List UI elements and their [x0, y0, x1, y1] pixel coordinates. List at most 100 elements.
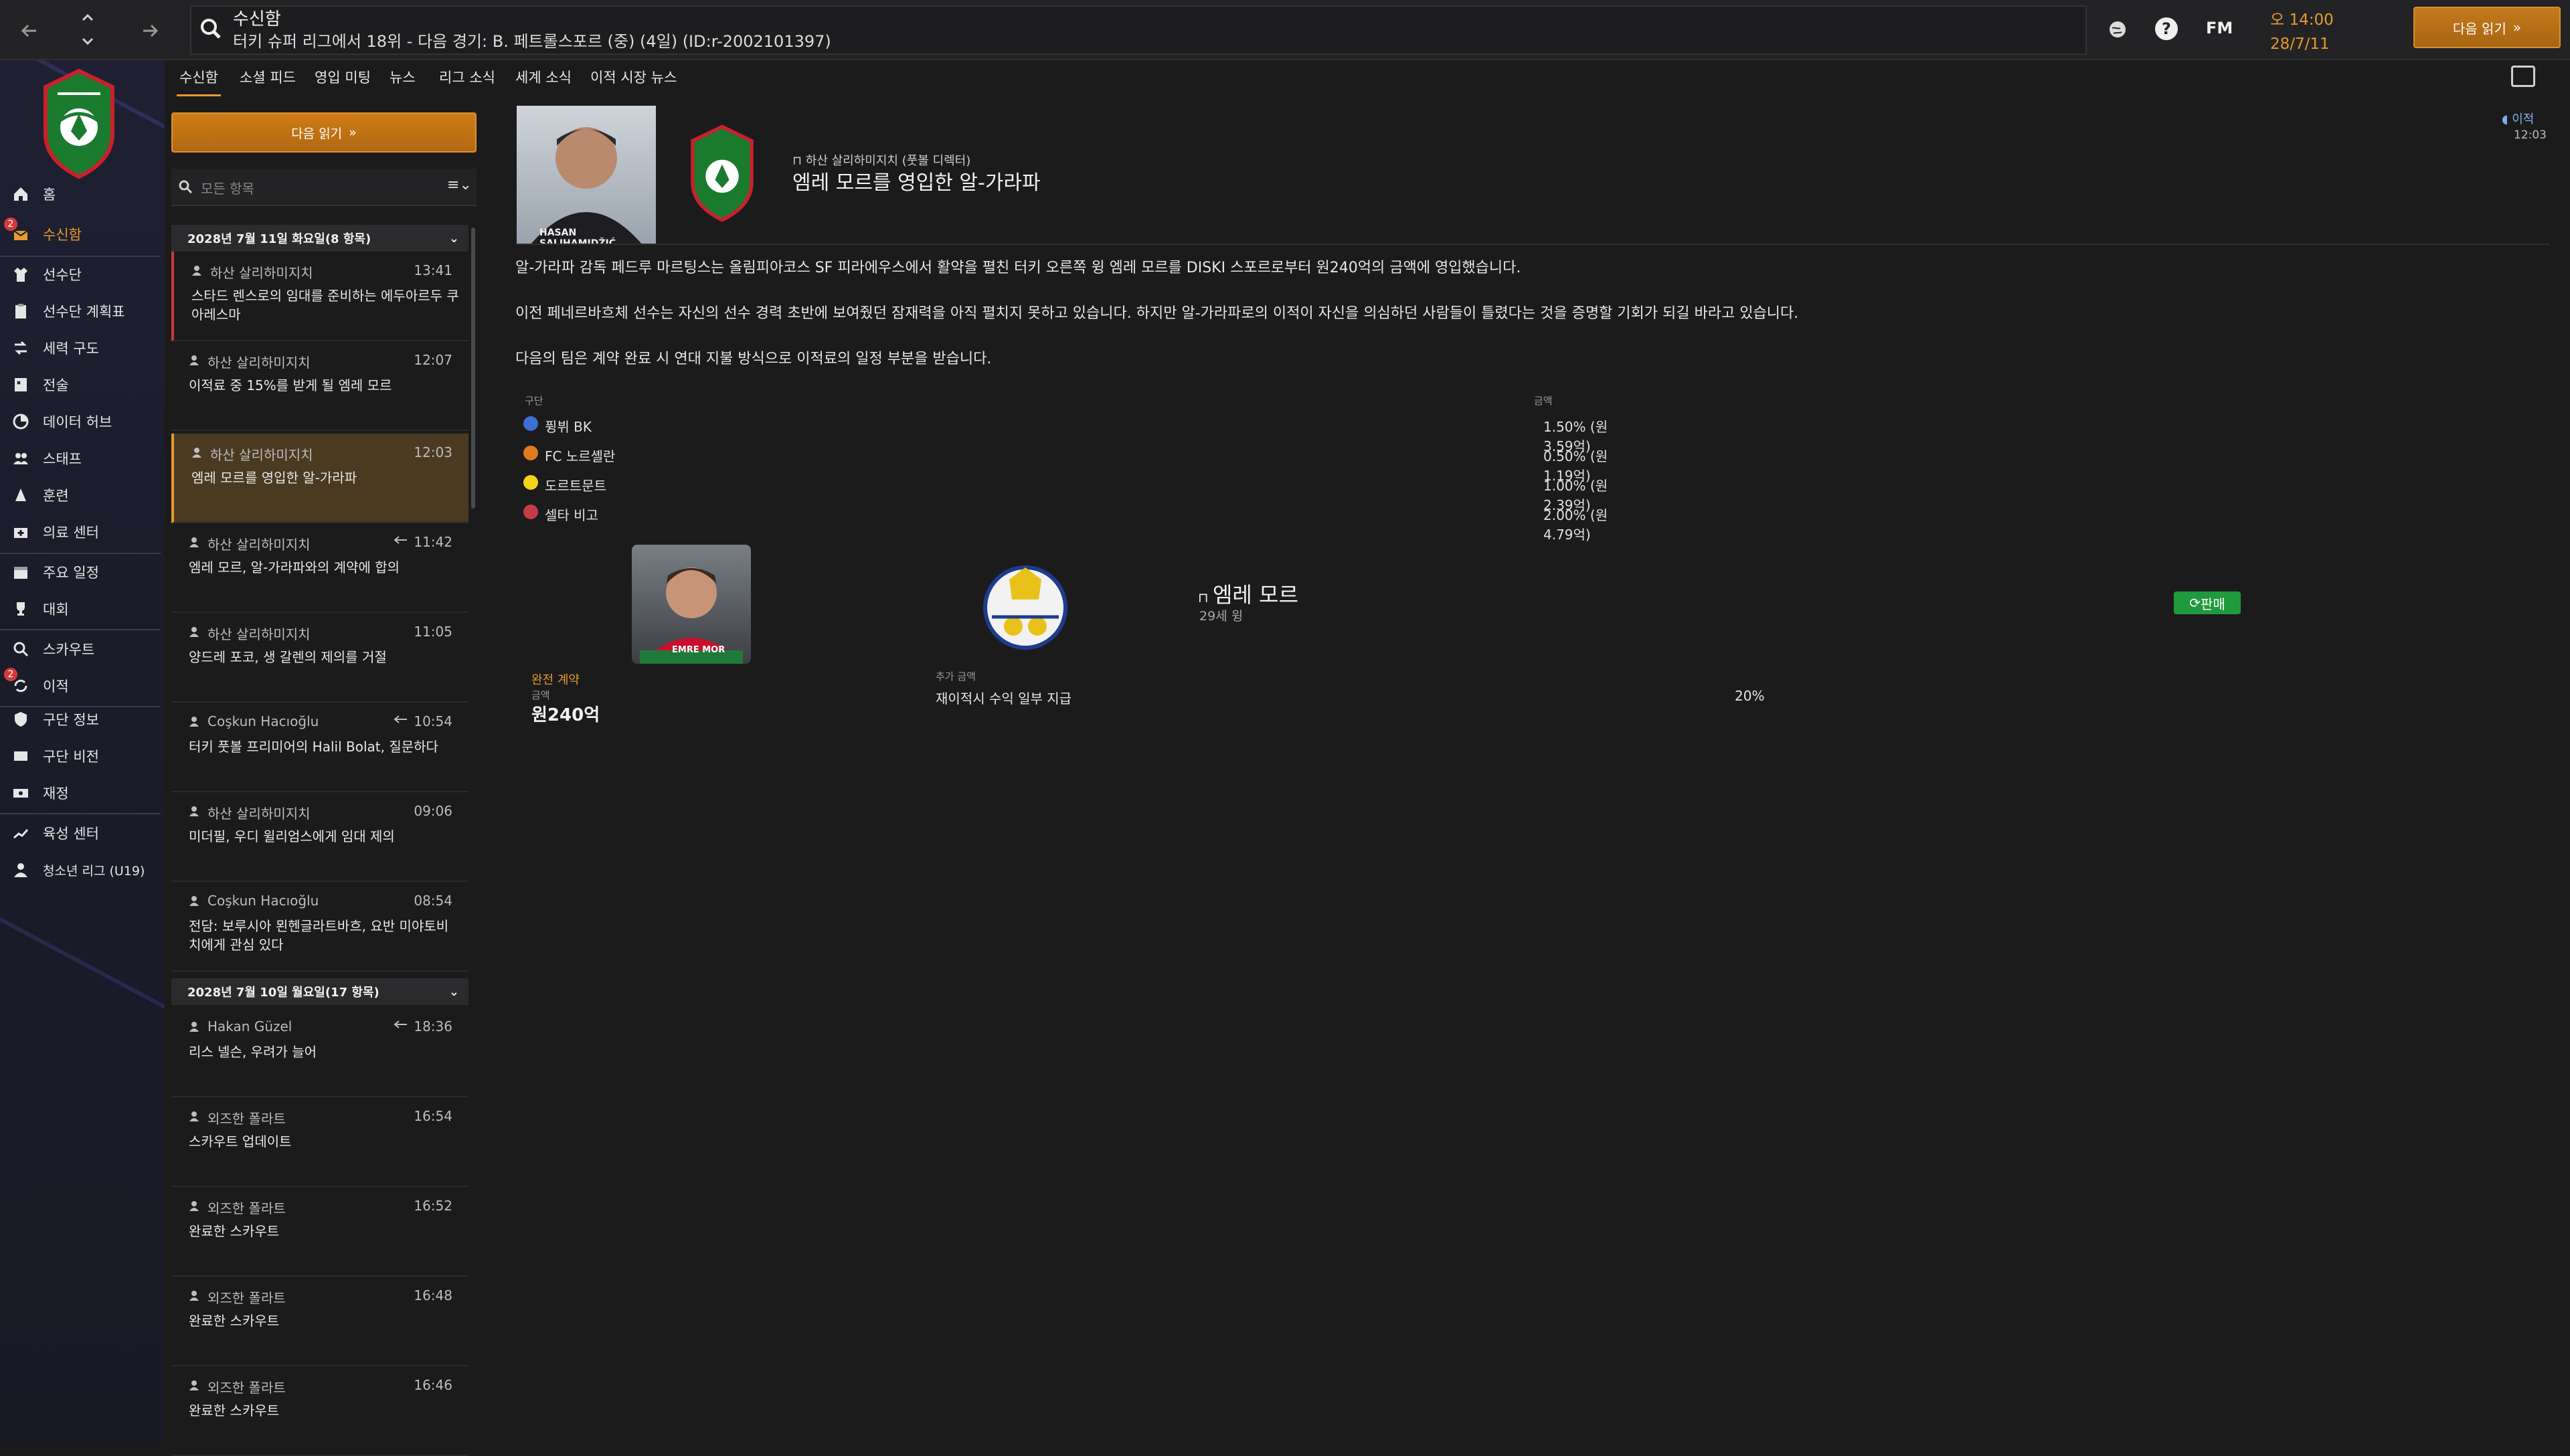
message-subject: 양드레 포코, 생 갈렌의 제의를 거절: [189, 649, 387, 665]
list-item[interactable]: Hakan Güzel 18:36 리스 넬슨, 우려가 늘어: [171, 1008, 468, 1097]
sidebar-item-competitions[interactable]: 대회: [0, 592, 165, 626]
history-down-button[interactable]: [78, 33, 98, 51]
club-name: FC 노르셸란: [545, 448, 616, 464]
message-subject: 엠레 모르, 알-가라파와의 계약에 합의: [189, 559, 400, 575]
sort-menu-icon[interactable]: ≡⌄: [447, 177, 472, 193]
tab-inbox[interactable]: 수신함: [177, 67, 221, 96]
message-sender: 외즈한 폴라트: [207, 1380, 286, 1396]
sidebar-item-youth-league[interactable]: 청소년 리그 (U19): [0, 853, 165, 887]
sidebar-item-squad-planner[interactable]: 선수단 계획표: [0, 294, 165, 328]
double-chevron-right-icon: »: [349, 125, 357, 140]
history-up-button[interactable]: [78, 8, 98, 25]
table-row[interactable]: 퓡뷔 BK 1.50% (원3.59억): [515, 410, 1626, 454]
sidebar-item-label: 데이터 허브: [43, 414, 112, 430]
sidebar-item-label: 수신함: [43, 227, 82, 243]
screenshot-icon[interactable]: [2511, 66, 2535, 87]
sidebar-item-label: 청소년 리그 (U19): [43, 863, 145, 879]
scrollbar[interactable]: [471, 227, 475, 509]
forward-button[interactable]: [137, 17, 163, 44]
continue-label: 다음 읽기: [2452, 20, 2506, 37]
data-hub-icon: [11, 412, 31, 432]
sidebar-item-training[interactable]: 훈련: [0, 478, 165, 512]
tab-news[interactable]: 뉴스: [390, 67, 416, 87]
list-item[interactable]: Coşkun Hacıoğlu 10:54 터키 풋볼 프리미어의 Halil …: [171, 703, 468, 792]
sidebar-item-finances[interactable]: 재정: [0, 776, 165, 810]
cone-icon: [11, 485, 31, 505]
sidebar-item-transfers[interactable]: 이적 2: [0, 668, 165, 703]
list-item[interactable]: 외즈한 폴라트 16:46 완료한 스카우트: [171, 1366, 468, 1456]
sidebar-item-label: 훈련: [43, 488, 69, 504]
player-name[interactable]: ⊓ 엠레 모르: [1198, 578, 1298, 609]
club-name: 셀타 비고: [545, 507, 598, 523]
refresh-icon: ⟳: [2189, 595, 2201, 611]
sender-photo[interactable]: HASAN SALIHAMIDŽIĆ: [517, 106, 656, 245]
fm-menu-button[interactable]: FM: [2206, 19, 2233, 37]
club-crest: [691, 124, 754, 222]
shield-icon: [11, 709, 31, 729]
sidebar-item-club-info[interactable]: 구단 정보: [0, 703, 165, 736]
chevron-up-icon: [82, 13, 94, 21]
table-row[interactable]: 도르트문트 1.00% (원2.39억): [515, 468, 1626, 513]
tab-transfer-news[interactable]: 이적 시장 뉴스: [590, 67, 677, 87]
club-logo-icon: [523, 475, 538, 490]
group-header-day1[interactable]: 2028년 7월 11일 화요일(8 항목) ⌄: [171, 225, 468, 252]
player-age-position: 29세 윙: [1199, 609, 1244, 624]
sidebar-item-squad[interactable]: 선수단: [0, 258, 165, 291]
divider: [0, 553, 161, 554]
list-item[interactable]: 하산 살리하미지치 11:42 엠레 모르, 알-가라파와의 계약에 합의: [171, 523, 468, 613]
message-sender: 하산 살리하미지치: [207, 355, 311, 371]
list-item[interactable]: 하산 살리하미지치 13:41 스타드 렌스로의 임대를 준비하는 에두아르두 …: [171, 252, 468, 341]
tab-recruitment-meeting[interactable]: 영입 미팅: [315, 67, 371, 87]
body-paragraph: 다음의 팀은 계약 완료 시 연대 지불 방식으로 이적료의 일정 부분을 받습…: [515, 351, 992, 367]
read-next-button[interactable]: 다음 읽기 »: [171, 112, 477, 153]
sidebar-item-scouting[interactable]: 스카우트: [0, 632, 165, 666]
sidebar-item-staff[interactable]: 스태프: [0, 442, 165, 475]
list-item[interactable]: 하산 살리하미지치 09:06 미더필, 우디 윌리엄스에게 임대 제의: [171, 792, 468, 882]
sidebar-item-label: 구단 비전: [43, 749, 99, 765]
message-time: 12:07: [414, 352, 452, 368]
list-item[interactable]: 하산 살리하미지치 12:07 이적료 중 15%를 받게 될 엠레 모르: [171, 341, 468, 431]
globe-icon[interactable]: [2107, 19, 2128, 40]
list-item[interactable]: Coşkun Hacıoğlu 08:54 전담: 보루시아 묀헨글라트바흐, …: [171, 882, 468, 972]
date-time-display[interactable]: 오 14:00 28/7/11: [2270, 8, 2334, 56]
table-row[interactable]: 셀타 비고 2.00% (원4.79억): [515, 498, 1626, 543]
sidebar-item-label: 스카우트: [43, 642, 95, 658]
tab-world-news[interactable]: 세계 소식: [515, 67, 572, 87]
continue-button[interactable]: 다음 읽기 »: [2413, 7, 2561, 48]
list-item[interactable]: 하산 살리하미지치 12:03 엠레 모르를 영입한 알-가라파: [171, 434, 468, 523]
list-item[interactable]: 외즈한 폴라트 16:48 완료한 스카우트: [171, 1277, 468, 1366]
sidebar-item-club-vision[interactable]: 구단 비전: [0, 739, 165, 773]
message-time: 16:46: [414, 1377, 452, 1393]
filter-input[interactable]: 모든 항목: [201, 178, 254, 197]
sidebar-item-label: 홈: [43, 187, 56, 203]
vision-icon: [11, 746, 31, 766]
message-sender: 하산 살리하미지치: [207, 806, 311, 822]
search-icon[interactable]: [199, 17, 222, 40]
sidebar-item-development[interactable]: 육성 센터: [0, 816, 165, 850]
list-item[interactable]: 외즈한 폴라트 16:54 스카우트 업데이트: [171, 1097, 468, 1187]
page-subtitle: 터키 슈퍼 리그에서 18위 - 다음 경기: B. 페트롤스포르 (중) (4…: [233, 32, 831, 51]
sidebar-item-dynamics[interactable]: 세력 구도: [0, 331, 165, 365]
list-item[interactable]: 하산 살리하미지치 11:05 양드레 포코, 생 갈렌의 제의를 거절: [171, 613, 468, 703]
table-row[interactable]: FC 노르셸란 0.50% (원1.19억): [515, 439, 1626, 484]
divider: [515, 244, 2550, 245]
category-tag[interactable]: ◖ 이적: [2502, 110, 2534, 127]
player-photo[interactable]: EMRE MOR: [632, 545, 751, 664]
tab-social-feed[interactable]: 소셜 피드: [240, 67, 296, 87]
message-subject: 완료한 스카우트: [189, 1313, 280, 1329]
group-header-day2[interactable]: 2028년 7월 10일 월요일(17 항목) ⌄: [171, 978, 468, 1005]
help-icon[interactable]: ?: [2155, 17, 2178, 40]
sidebar-item-tactics[interactable]: 전술: [0, 368, 165, 401]
sidebar-item-inbox[interactable]: 수신함 2: [0, 217, 165, 251]
amount-label: 금액: [531, 689, 550, 701]
club-crest[interactable]: [978, 553, 1072, 660]
back-button[interactable]: [16, 17, 43, 44]
sidebar-item-schedule[interactable]: 주요 일정: [0, 555, 165, 589]
list-item[interactable]: 외즈한 폴라트 16:52 완료한 스카우트: [171, 1187, 468, 1277]
sidebar-item-data-hub[interactable]: 데이터 허브: [0, 405, 165, 438]
tab-league-news[interactable]: 리그 소식: [439, 67, 495, 87]
filter-bar[interactable]: 모든 항목 ≡⌄: [171, 169, 477, 206]
sidebar-item-home[interactable]: 홈: [0, 177, 165, 211]
sidebar-item-medical[interactable]: 의료 센터: [0, 515, 165, 549]
shirt-icon: [11, 264, 31, 284]
